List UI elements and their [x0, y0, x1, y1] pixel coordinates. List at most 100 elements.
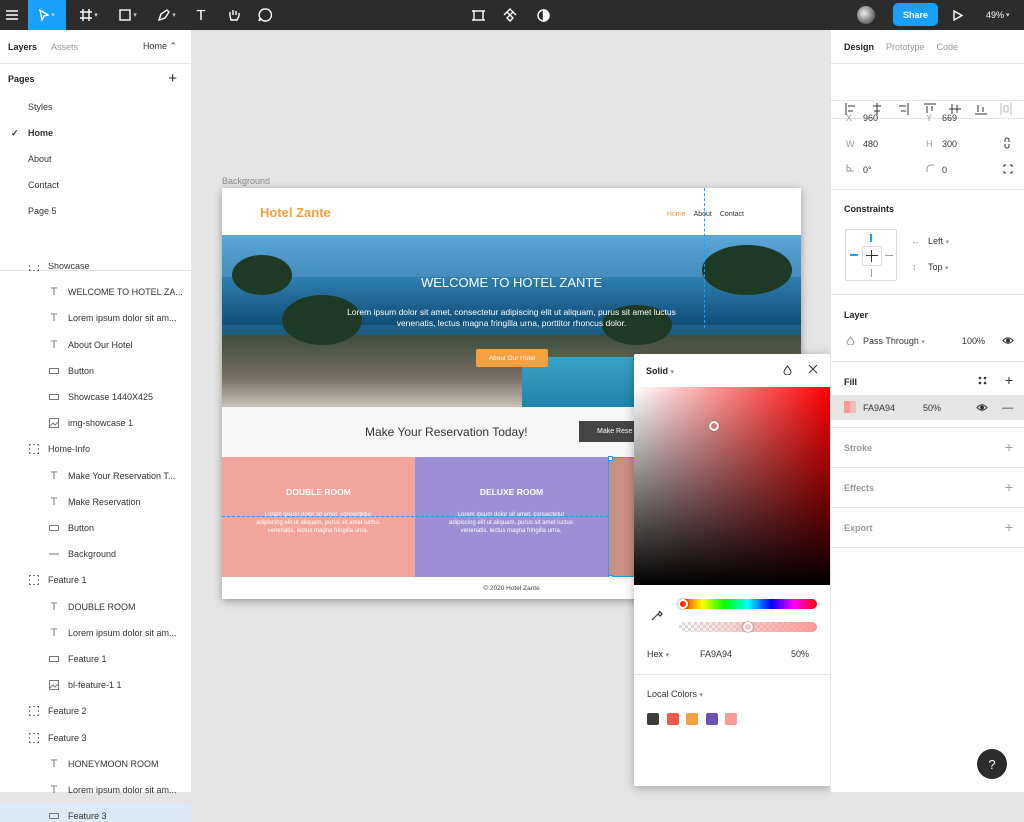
layer-item[interactable]: T DOUBLE ROOM — [0, 594, 191, 620]
layer-item[interactable]: Feature 3 — [0, 725, 191, 751]
remove-fill-icon[interactable]: — — [1002, 402, 1013, 414]
comment-tool-button[interactable] — [254, 0, 276, 30]
layer-item[interactable]: T HONEYMOON ROOM — [0, 751, 191, 777]
feature-2[interactable]: DELUXE ROOM Lorem ipsum dolor sit amet, … — [415, 457, 608, 577]
main-menu-icon[interactable] — [0, 0, 24, 30]
site-nav-contact[interactable]: Contact — [720, 211, 744, 218]
tab-assets[interactable]: Assets — [51, 42, 78, 52]
constraints-widget[interactable] — [845, 229, 897, 281]
eyedropper-icon[interactable] — [651, 609, 663, 623]
layer-item[interactable]: T Lorem ipsum dolor sit am... — [0, 305, 191, 331]
layer-item[interactable]: Feature 3 — [0, 803, 191, 822]
fill-swatch[interactable] — [844, 401, 856, 413]
opacity-slider[interactable] — [679, 622, 817, 632]
page-item[interactable]: Contact — [0, 172, 191, 198]
hero-title[interactable]: WELCOME TO HOTEL ZANTE — [222, 275, 801, 290]
tab-design[interactable]: Design — [844, 42, 874, 52]
help-button[interactable]: ? — [977, 749, 1007, 779]
fill-row[interactable]: FA9A94 50% — — [831, 395, 1024, 420]
page-item[interactable]: ✓ Home — [0, 120, 191, 146]
w-input[interactable]: 480 — [863, 139, 878, 149]
layer-item[interactable]: T About Our Hotel — [0, 332, 191, 358]
tab-code[interactable]: Code — [937, 42, 959, 52]
add-export-icon[interactable]: + — [1005, 519, 1013, 535]
layer-item[interactable]: T Lorem ipsum dolor sit am... — [0, 620, 191, 646]
layer-item[interactable]: img-showcase 1 — [0, 410, 191, 436]
page-selector[interactable]: Home ⌃ — [143, 41, 177, 52]
pen-tool-button[interactable]: ▾ — [150, 0, 184, 30]
present-button[interactable] — [950, 0, 966, 30]
hero-button[interactable]: About Our Hotel — [476, 349, 548, 367]
local-colors-dropdown[interactable]: Local Colors ▾ — [647, 689, 703, 699]
horizontal-constraint-dropdown[interactable]: Left ▾ — [928, 236, 949, 246]
site-nav-about[interactable]: About — [694, 211, 712, 218]
feature-1[interactable]: DOUBLE ROOM Lorem ipsum dolor sit amet, … — [222, 457, 415, 577]
fill-type-dropdown[interactable]: Solid ▾ — [646, 366, 674, 376]
reservation-text[interactable]: Make Your Reservation Today! — [365, 425, 528, 439]
local-color-swatch[interactable] — [666, 713, 679, 725]
layer-item[interactable]: Feature 1 — [0, 646, 191, 672]
layer-item[interactable]: Showcase 1440X425 — [0, 384, 191, 410]
frame-label[interactable]: Background — [222, 176, 270, 186]
layer-item[interactable]: T WELCOME TO HOTEL ZA... — [0, 279, 191, 305]
layer-item[interactable]: Feature 2 — [0, 698, 191, 724]
layer-item[interactable]: Home-Info — [0, 436, 191, 462]
local-color-swatch[interactable] — [686, 713, 698, 725]
component-tool-button[interactable] — [500, 0, 520, 30]
opacity-knob[interactable] — [743, 622, 753, 632]
layer-item[interactable]: Button — [0, 515, 191, 541]
blend-mode-dropdown[interactable]: Pass Through ▾ — [863, 336, 925, 346]
fill-opacity-input[interactable]: 50% — [923, 403, 941, 413]
rotation-input[interactable]: 0° — [863, 165, 872, 175]
local-color-swatch[interactable] — [725, 713, 737, 725]
contrast-tool-button[interactable] — [533, 0, 553, 30]
y-input[interactable]: 669 — [942, 113, 957, 123]
page-item[interactable]: Page 5 — [0, 198, 191, 224]
color-format-dropdown[interactable]: Hex ▾ — [647, 649, 669, 659]
page-item[interactable]: About — [0, 146, 191, 172]
hex-input[interactable]: FA9A94 — [700, 649, 732, 659]
share-button[interactable]: Share — [893, 3, 938, 26]
close-icon[interactable] — [808, 364, 818, 376]
layer-item[interactable]: bl-feature-1 1 — [0, 672, 191, 698]
layer-item[interactable]: Feature 1 — [0, 567, 191, 593]
add-fill-icon[interactable]: + — [1005, 372, 1013, 388]
hand-tool-button[interactable] — [222, 0, 244, 30]
x-input[interactable]: 960 — [863, 113, 878, 123]
selection-handle[interactable] — [608, 456, 613, 461]
fill-hex-input[interactable]: FA9A94 — [863, 403, 895, 413]
vertical-constraint-dropdown[interactable]: Top ▾ — [928, 262, 949, 272]
h-input[interactable]: 300 — [942, 139, 957, 149]
layer-item[interactable]: Button — [0, 358, 191, 384]
avatar[interactable] — [856, 0, 876, 30]
frame-tool-button[interactable]: ▾ — [74, 0, 104, 30]
site-nav-home[interactable]: Home — [667, 211, 686, 218]
local-color-swatch[interactable] — [647, 713, 659, 725]
layer-item[interactable]: Background — [0, 541, 191, 567]
layer-item[interactable]: T Make Reservation — [0, 489, 191, 515]
saturation-area[interactable] — [634, 387, 830, 585]
shape-tool-button[interactable]: ▾ — [112, 0, 144, 30]
layer-opacity-input[interactable]: 100% — [962, 336, 985, 346]
style-icon[interactable] — [783, 365, 792, 377]
radius-input[interactable]: 0 — [942, 165, 947, 175]
tab-prototype[interactable]: Prototype — [886, 42, 925, 52]
move-tool-button[interactable]: ▾ — [28, 0, 66, 30]
saturation-handle[interactable] — [709, 421, 719, 431]
add-effect-icon[interactable]: + — [1005, 479, 1013, 495]
local-color-swatch[interactable] — [705, 713, 718, 725]
add-stroke-icon[interactable]: + — [1005, 439, 1013, 455]
layer-item[interactable]: T Make Your Reservation T... — [0, 463, 191, 489]
hue-slider[interactable] — [678, 599, 817, 609]
tab-layers[interactable]: Layers — [8, 42, 37, 52]
add-page-icon[interactable]: + — [168, 70, 177, 87]
hue-knob[interactable] — [678, 599, 688, 609]
zoom-dropdown[interactable]: 49% ▾ — [986, 0, 1010, 30]
crop-tool-button[interactable] — [468, 0, 488, 30]
hero-text[interactable]: Lorem ipsum dolor sit amet, consectetur … — [332, 307, 691, 329]
page-item[interactable]: Styles — [0, 94, 191, 120]
layer-item[interactable]: T Lorem ipsum dolor sit am... — [0, 777, 191, 803]
opacity-input[interactable]: 50% — [791, 649, 809, 659]
layer-item[interactable]: Showcase — [0, 263, 191, 279]
text-tool-button[interactable]: T — [190, 0, 212, 30]
